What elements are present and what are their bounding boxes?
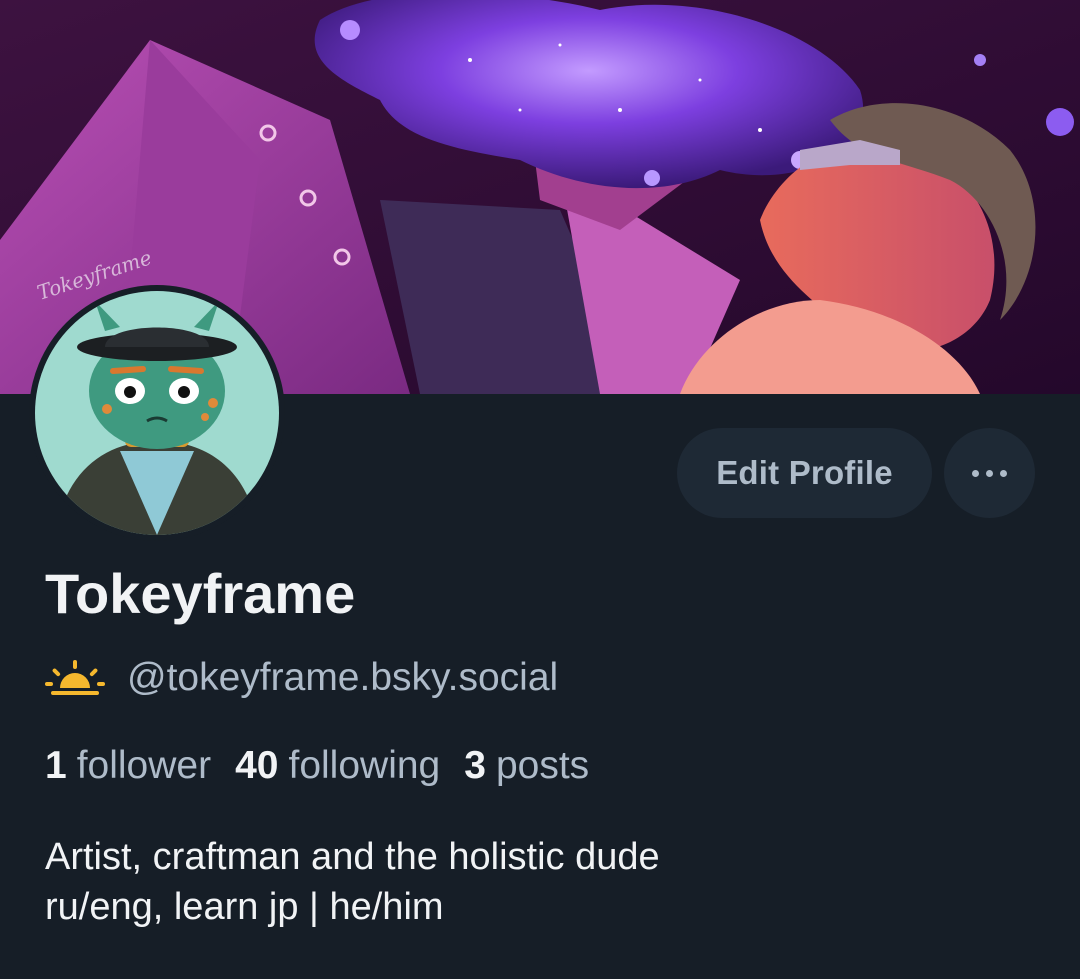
bio-line: ru/eng, learn jp | he/him (45, 886, 444, 928)
posts-count: 3 (464, 744, 486, 787)
edit-profile-button[interactable]: Edit Profile (677, 428, 932, 518)
display-name: Tokeyframe (45, 562, 356, 625)
followers-label: follower (76, 744, 212, 787)
posts-stat: 3 posts (464, 744, 589, 788)
avatar[interactable] (29, 285, 285, 541)
bio-line: Artist, craftman and the holistic dude (45, 836, 660, 878)
following-stat[interactable]: 40 following (235, 744, 440, 788)
following-label: following (288, 744, 441, 787)
handle-row: @tokeyframe.bsky.social (45, 655, 558, 701)
posts-label: posts (495, 744, 590, 787)
avatar-artwork (35, 291, 279, 535)
profile-page: Tokeyframe Edit Profile Tokeyframe @toke… (0, 0, 1080, 979)
followers-stat[interactable]: 1 follower (45, 744, 211, 788)
profile-bio: Artist, craftman and the holistic dude r… (45, 832, 660, 932)
ellipsis-icon (969, 469, 1011, 477)
profile-handle: @tokeyframe.bsky.social (127, 656, 559, 699)
followers-count: 1 (45, 744, 67, 787)
sun-icon (45, 660, 105, 695)
profile-stats: 1 follower 40 following 3 posts (45, 744, 613, 788)
more-options-button[interactable] (944, 428, 1035, 518)
following-count: 40 (235, 744, 279, 787)
